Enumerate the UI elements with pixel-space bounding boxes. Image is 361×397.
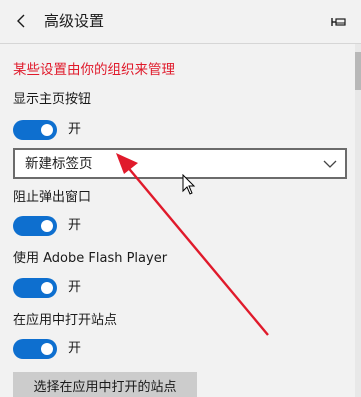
advanced-settings-panel: 高级设置 某些设置由你的组织来管理 显示主页按钮 开 新建标签页 阻止弹出窗口 … xyxy=(0,0,361,397)
block-popups-toggle[interactable] xyxy=(13,216,57,236)
pin-button[interactable] xyxy=(327,10,351,34)
open-in-apps-toggle[interactable] xyxy=(13,339,57,359)
page-title: 高级设置 xyxy=(44,12,105,30)
choose-sites-button[interactable]: 选择在应用中打开的站点 xyxy=(13,372,197,397)
home-button-toggle[interactable] xyxy=(13,120,57,140)
open-in-apps-label: 在应用中打开站点 xyxy=(13,313,118,328)
flash-player-label: 使用 Adobe Flash Player xyxy=(13,251,168,266)
home-button-toggle-state: 开 xyxy=(68,122,82,137)
open-in-apps-toggle-state: 开 xyxy=(68,341,82,356)
flash-player-toggle-state: 开 xyxy=(68,280,82,295)
back-button[interactable] xyxy=(8,8,34,34)
org-managed-notice: 某些设置由你的组织来管理 xyxy=(13,62,175,78)
pin-icon xyxy=(331,18,346,26)
scrollbar-thumb[interactable] xyxy=(355,52,361,90)
toggle-knob xyxy=(41,343,53,355)
block-popups-label: 阻止弹出窗口 xyxy=(13,190,92,205)
panel-header: 高级设置 xyxy=(0,0,361,44)
home-page-dropdown[interactable]: 新建标签页 xyxy=(13,148,347,179)
mouse-cursor-icon xyxy=(182,174,196,195)
dropdown-selected-value: 新建标签页 xyxy=(25,156,93,172)
flash-player-toggle[interactable] xyxy=(13,278,57,298)
toggle-knob xyxy=(41,282,53,294)
toggle-knob xyxy=(41,124,53,136)
home-button-label: 显示主页按钮 xyxy=(13,92,92,107)
block-popups-toggle-state: 开 xyxy=(68,218,82,233)
chevron-left-icon xyxy=(17,14,25,28)
scrollbar-track[interactable] xyxy=(355,44,361,397)
toggle-knob xyxy=(41,220,53,232)
chevron-down-icon xyxy=(323,160,337,168)
